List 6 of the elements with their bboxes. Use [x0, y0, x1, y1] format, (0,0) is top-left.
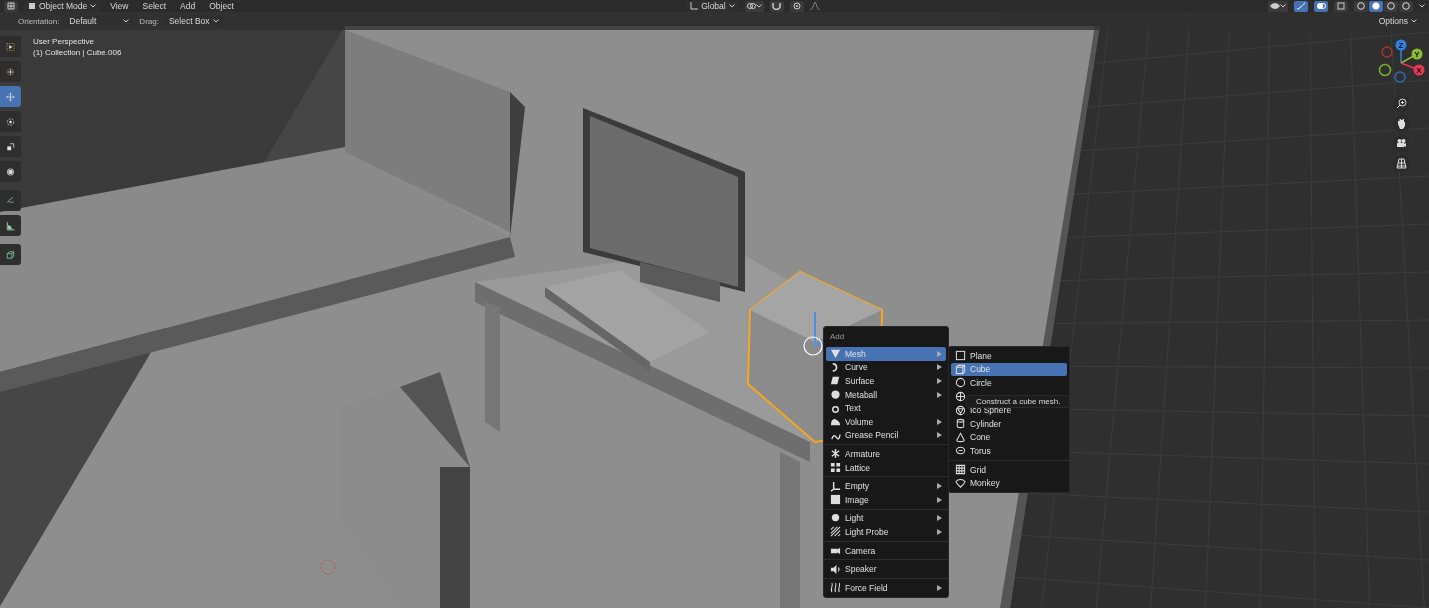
- tooltip: Construct a cube mesh.: [966, 395, 1071, 408]
- menu-title: Add: [829, 331, 846, 343]
- object-info: (1) Collection | Cube.006: [33, 48, 122, 57]
- orientation-label: Orientation:: [18, 16, 60, 26]
- drag-label: Drag:: [139, 16, 159, 26]
- view-name: User Perspective: [33, 37, 95, 46]
